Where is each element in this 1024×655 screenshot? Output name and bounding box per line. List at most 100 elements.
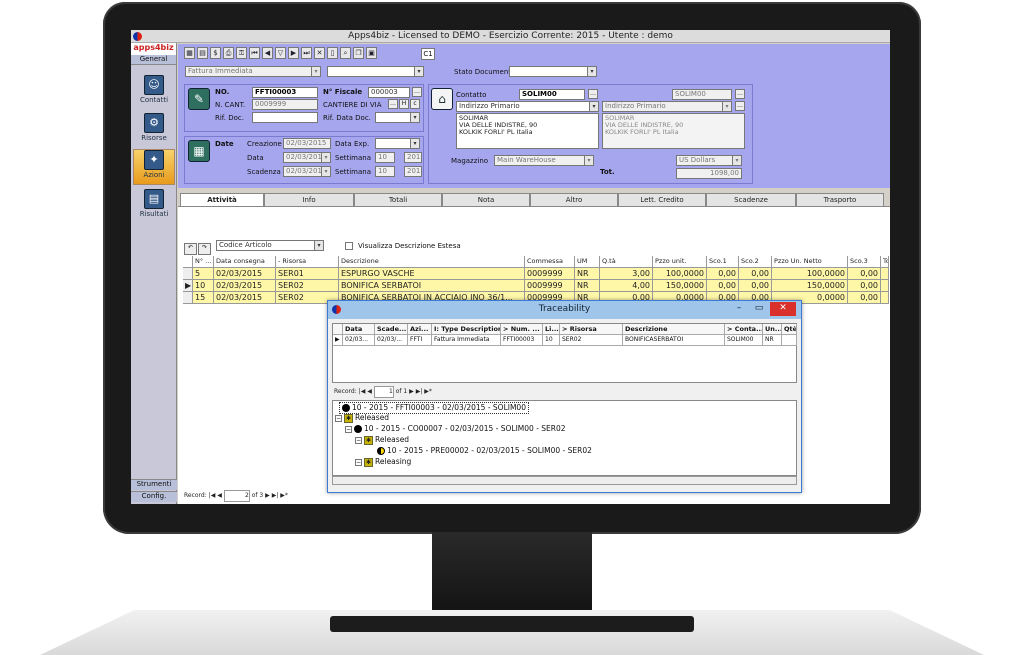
tab-scadenze[interactable]: Scadenze bbox=[706, 193, 796, 206]
tab-altro[interactable]: Altro bbox=[530, 193, 618, 206]
anno-field[interactable]: 2015 bbox=[404, 152, 422, 163]
col-header[interactable]: Descrizione bbox=[623, 324, 725, 335]
row-selector[interactable] bbox=[183, 268, 193, 280]
collapse-icon[interactable]: − bbox=[335, 414, 342, 422]
nav-general[interactable]: General bbox=[131, 55, 176, 65]
cantiere-c-button[interactable]: c bbox=[410, 99, 420, 109]
valuta-select[interactable]: US Dollars ▾ bbox=[676, 155, 742, 166]
anno2-field[interactable]: 2015 bbox=[404, 166, 422, 177]
rifdoc-field[interactable] bbox=[252, 112, 318, 123]
col-header[interactable]: Data bbox=[343, 324, 375, 335]
table-row[interactable]: ▶ 10 02/03/2015 SER02 BONIFICA SERBATOI … bbox=[183, 280, 889, 292]
col-header[interactable]: Li... bbox=[543, 324, 560, 335]
sidebar-item-risultati[interactable]: ▤ Risultati bbox=[133, 189, 175, 225]
fiscale-lookup-button[interactable]: … bbox=[412, 87, 422, 97]
last-record-icon[interactable]: ▶| bbox=[416, 388, 423, 395]
col-header[interactable]: Azi... bbox=[408, 324, 432, 335]
col-header[interactable]: Pzzo Un. Netto bbox=[772, 256, 848, 268]
first-record-icon[interactable]: |◀ bbox=[359, 388, 366, 395]
col-header[interactable]: > Conta... bbox=[725, 324, 763, 335]
close-icon[interactable]: ✕ bbox=[770, 302, 796, 316]
attachment-icon[interactable]: ▣ bbox=[366, 47, 377, 59]
col-header[interactable]: > Num. ... bbox=[501, 324, 543, 335]
next-record-icon[interactable]: ▶ bbox=[265, 492, 270, 499]
dataexp-field[interactable]: ▾ bbox=[375, 138, 420, 149]
c1-button[interactable]: C1 bbox=[421, 48, 435, 60]
no-field[interactable]: FFTI00003 bbox=[252, 87, 318, 98]
address2-textarea[interactable]: SOLIMAR VIA DELLE INDISTRE, 90 KOLKIK FO… bbox=[602, 113, 745, 149]
next-record-icon[interactable]: ▶ bbox=[409, 388, 414, 395]
form-view-icon[interactable]: ▤ bbox=[197, 47, 208, 59]
tab-trasporto[interactable]: Trasporto bbox=[796, 193, 884, 206]
collapse-icon[interactable]: − bbox=[355, 458, 362, 466]
col-header[interactable]: Sco.3 bbox=[848, 256, 881, 268]
sidebar-item-risorse[interactable]: ⚙ Risorse bbox=[133, 113, 175, 149]
contatto2-lookup-button[interactable]: … bbox=[735, 89, 745, 99]
col-header[interactable]: Qtè. bbox=[782, 324, 797, 335]
tab-info[interactable]: Info bbox=[264, 193, 354, 206]
table-row[interactable]: 5 02/03/2015 SER01 ESPURGO VASCHE 000999… bbox=[183, 268, 889, 280]
settimana2-field[interactable]: 10 bbox=[375, 166, 395, 177]
col-header[interactable]: N° ... bbox=[193, 256, 214, 268]
col-header[interactable]: UM bbox=[575, 256, 600, 268]
col-header[interactable]: > Risorsa bbox=[560, 324, 623, 335]
delete-icon[interactable]: ✕ bbox=[314, 47, 325, 59]
visualizza-checkbox[interactable] bbox=[345, 242, 353, 250]
grid-view-icon[interactable]: ▦ bbox=[184, 47, 195, 59]
record-current[interactable]: 1 bbox=[373, 386, 394, 398]
doc-subtype-select[interactable]: ▾ bbox=[327, 66, 424, 77]
codice-articolo-select[interactable]: Codice Articolo ▾ bbox=[216, 240, 324, 251]
prev-record-icon[interactable]: ◀ bbox=[262, 47, 273, 59]
filter-icon[interactable]: ▽ bbox=[275, 47, 286, 59]
stato-documento-select[interactable]: ▾ bbox=[509, 66, 597, 77]
creazione-field[interactable]: 02/03/2015 bbox=[283, 138, 331, 149]
tree-node[interactable]: 10 - 2015 - PRE00002 - 02/03/2015 - SOLI… bbox=[377, 446, 592, 456]
current-row-indicator-icon[interactable]: ▶ bbox=[183, 280, 193, 292]
sidebar-item-azioni[interactable]: ✦ Azioni bbox=[133, 149, 175, 185]
indirizzo2-lookup-button[interactable]: … bbox=[735, 101, 745, 111]
col-header[interactable]: Un... bbox=[763, 324, 782, 335]
contatto2-field[interactable]: SOLIM00 bbox=[672, 89, 732, 100]
doc-type-select[interactable]: Fattura Immediata ▾ bbox=[185, 66, 321, 77]
nav-config[interactable]: Config. bbox=[131, 491, 177, 502]
tab-nota[interactable]: Nota bbox=[442, 193, 530, 206]
horizontal-scrollbar[interactable] bbox=[332, 476, 797, 485]
rifdatadoc-field[interactable]: ▾ bbox=[375, 112, 420, 123]
col-header[interactable]: Pzzo unit. bbox=[653, 256, 707, 268]
indirizzo2-select[interactable]: Indirizzo Primario ▾ bbox=[602, 101, 732, 112]
tab-lett-credito[interactable]: Lett. Credito bbox=[618, 193, 706, 206]
currency-icon[interactable]: $ bbox=[210, 47, 221, 59]
last-record-icon[interactable]: ▶| bbox=[272, 492, 279, 499]
new-record-icon[interactable]: ▶* bbox=[280, 492, 288, 499]
prev-record-icon[interactable]: ◀ bbox=[217, 492, 222, 499]
sidebar-item-contatti[interactable]: ☺ Contatti bbox=[133, 75, 175, 111]
col-header[interactable]: Sco.2 bbox=[739, 256, 772, 268]
last-record-icon[interactable]: ⏭ bbox=[301, 47, 312, 59]
cant-field[interactable]: 0009999 bbox=[252, 99, 318, 110]
col-header[interactable]: Q.tà bbox=[600, 256, 653, 268]
print-icon[interactable]: ⎙ bbox=[223, 47, 234, 59]
nav-strumenti[interactable]: Strumenti bbox=[131, 479, 177, 490]
col-header[interactable]: Descrizione bbox=[339, 256, 525, 268]
col-header[interactable]: - Risorsa bbox=[276, 256, 339, 268]
collapse-icon[interactable]: − bbox=[355, 436, 362, 444]
tab-attivita[interactable]: Attività bbox=[180, 193, 264, 207]
lock-icon[interactable]: ⚿ bbox=[236, 47, 247, 59]
col-header[interactable]: Sco.1 bbox=[707, 256, 739, 268]
tree-node[interactable]: − ✱ Released bbox=[335, 413, 389, 423]
cantiere-h-button[interactable]: H bbox=[399, 99, 409, 109]
fiscale-field[interactable]: 000003 bbox=[368, 87, 410, 98]
data-field[interactable]: 02/03/2015 ▾ bbox=[283, 152, 331, 163]
redo-icon[interactable]: ↷ bbox=[198, 243, 211, 255]
maximize-icon[interactable]: ▭ bbox=[750, 302, 768, 316]
scadenza-field[interactable]: 02/03/2015 ▾ bbox=[283, 166, 331, 177]
contatto-lookup-button[interactable]: … bbox=[588, 89, 598, 99]
undo-icon[interactable]: ↶ bbox=[184, 243, 197, 255]
prev-record-icon[interactable]: ◀ bbox=[367, 388, 372, 395]
tree-node[interactable]: − 10 - 2015 - CO00007 - 02/03/2015 - SOLI… bbox=[345, 424, 566, 434]
row-selector[interactable] bbox=[183, 292, 193, 304]
collapse-icon[interactable]: − bbox=[345, 425, 352, 433]
col-header[interactable]: Commessa bbox=[525, 256, 575, 268]
col-header[interactable]: Data consegna bbox=[214, 256, 276, 268]
col-header[interactable]: I: Type Description bbox=[432, 324, 501, 335]
